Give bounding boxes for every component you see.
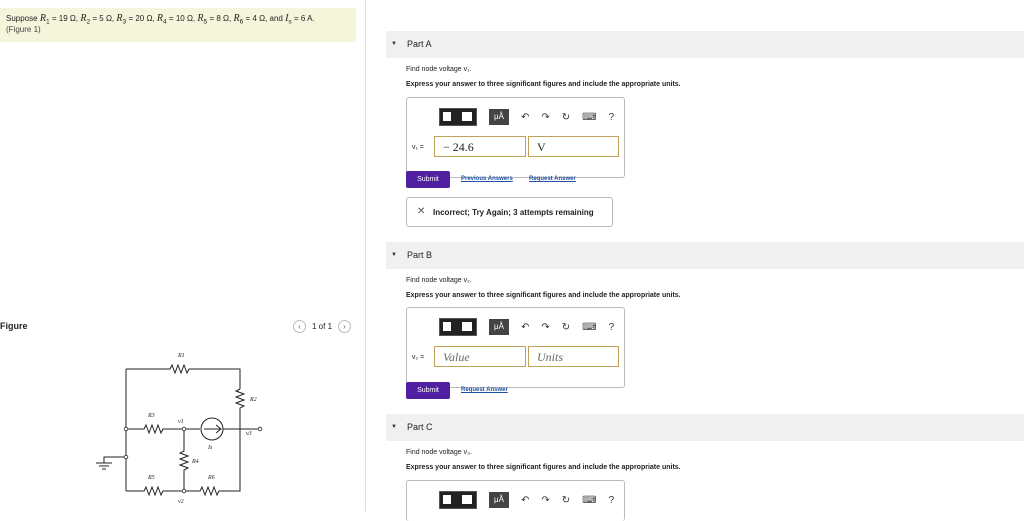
part-a-submit-button[interactable]: Submit	[406, 171, 450, 188]
figure-page-count: 1 of 1	[312, 322, 333, 331]
reset-icon[interactable]: ↻	[562, 112, 570, 123]
units-button[interactable]: μÅ	[489, 319, 509, 335]
undo-icon[interactable]: ↶	[521, 495, 529, 506]
reset-icon[interactable]: ↻	[562, 322, 570, 333]
r1-value: = 19 Ω,	[51, 14, 79, 23]
feedback-text: Incorrect; Try Again; 3 attempts remaini…	[433, 208, 594, 217]
part-a-header[interactable]: ▼ Part A	[386, 31, 1024, 58]
part-c-toolbar: μÅ ↶ ↷ ↻ ⌨ ?	[439, 491, 614, 509]
r4-value: = 10 Ω,	[168, 14, 196, 23]
next-figure-button[interactable]: ›	[338, 320, 352, 333]
units-button[interactable]: μÅ	[489, 109, 509, 125]
r6-value: = 4 Ω, and	[245, 14, 283, 23]
templates-button[interactable]	[439, 318, 477, 336]
part-a-request-answer-link[interactable]: Request Answer	[529, 176, 576, 182]
help-icon[interactable]: ?	[609, 322, 615, 333]
part-b-answer-box: μÅ ↶ ↷ ↻ ⌨ ? v₂ = Value Units	[406, 307, 625, 388]
redo-icon[interactable]: ↷	[541, 322, 549, 333]
r2-sub: 2	[86, 18, 91, 26]
part-b-submit-button[interactable]: Submit	[406, 382, 450, 399]
prev-figure-button[interactable]: ‹	[293, 320, 306, 333]
part-b-instructions: Express your answer to three significant…	[406, 292, 681, 299]
part-b-value-input[interactable]: Value	[434, 346, 526, 367]
part-b-find: Find node voltage v₂.	[406, 277, 472, 284]
r6-sub: 6	[239, 18, 244, 26]
part-a-answer-box: μÅ ↶ ↷ ↻ ⌨ ? v₁ = − 24.6 V	[406, 97, 625, 178]
part-c-header[interactable]: ▼ Part C	[386, 414, 1024, 441]
part-a-value-input[interactable]: − 24.6	[434, 136, 526, 157]
figure-pager: ‹ 1 of 1 ›	[293, 320, 352, 333]
r5-resistor	[126, 485, 184, 497]
r3-label: R3	[147, 413, 155, 419]
r3-sub: 3	[122, 18, 127, 26]
r1-resistor	[126, 363, 241, 389]
incorrect-icon: ✕	[417, 206, 426, 217]
part-b-request-answer-link[interactable]: Request Answer	[461, 387, 508, 393]
units-button[interactable]: μÅ	[489, 492, 509, 508]
part-b-title: Part B	[407, 250, 433, 260]
part-c-title: Part C	[407, 422, 433, 432]
part-c-answer-box: μÅ ↶ ↷ ↻ ⌨ ?	[406, 480, 625, 521]
part-c-instructions: Express your answer to three significant…	[406, 464, 681, 471]
figure-title: Figure	[0, 321, 28, 331]
r2-label: R2	[249, 397, 257, 403]
part-b-toolbar: μÅ ↶ ↷ ↻ ⌨ ?	[439, 318, 614, 336]
part-b-var-label: v₂ =	[412, 354, 425, 361]
part-a-instructions: Express your answer to three significant…	[406, 81, 681, 88]
part-a-find: Find node voltage v₁.	[406, 66, 472, 73]
circuit-diagram: R1 R2 R3 R4 R5 R6 v1 v2 v3 Is	[96, 353, 263, 505]
is-label: Is	[207, 445, 213, 451]
problem-statement: Suppose R1 = 19 Ω, R2 = 5 Ω, R3 = 20 Ω, …	[0, 8, 356, 42]
keyboard-icon[interactable]: ⌨	[582, 495, 596, 506]
r5-label: R5	[147, 475, 155, 481]
r5-value: = 8 Ω,	[209, 14, 232, 23]
r1-sub: 1	[45, 18, 50, 26]
r5-sub: 5	[203, 18, 208, 26]
part-c-find: Find node voltage v₃.	[406, 449, 472, 456]
suppose-text: Suppose	[6, 14, 38, 23]
is-value: = 6 A.	[293, 14, 315, 23]
keyboard-icon[interactable]: ⌨	[582, 322, 596, 333]
r1-label: R1	[177, 353, 185, 359]
r4-sub: 4	[163, 18, 167, 26]
part-a-title: Part A	[407, 39, 432, 49]
problem-text: Suppose R1 = 19 Ω, R2 = 5 Ω, R3 = 20 Ω, …	[6, 13, 315, 26]
redo-icon[interactable]: ↷	[541, 495, 549, 506]
keyboard-icon[interactable]: ⌨	[582, 112, 596, 123]
r3-value: = 20 Ω,	[128, 14, 155, 23]
r6-label: R6	[207, 475, 215, 481]
undo-icon[interactable]: ↶	[521, 322, 529, 333]
r2-resistor	[234, 388, 246, 429]
templates-button[interactable]	[439, 491, 477, 509]
templates-button[interactable]	[439, 108, 477, 126]
v3-label: v3	[246, 431, 252, 437]
questions-panel: ▼ Part A Find node voltage v₁. Express y…	[366, 0, 1024, 521]
r2-value: = 5 Ω,	[92, 14, 115, 23]
triangle-down-icon: ▼	[391, 424, 397, 430]
r3-resistor	[126, 423, 184, 435]
ground-symbol	[96, 456, 126, 470]
reset-icon[interactable]: ↻	[562, 495, 570, 506]
is-sub: s	[288, 18, 292, 26]
part-a-toolbar: μÅ ↶ ↷ ↻ ⌨ ?	[439, 108, 614, 126]
part-a-units-input[interactable]: V	[528, 136, 619, 157]
part-b-units-input[interactable]: Units	[528, 346, 619, 367]
triangle-down-icon: ▼	[391, 41, 397, 47]
r4-label: R4	[191, 458, 199, 465]
part-b-header[interactable]: ▼ Part B	[386, 242, 1024, 269]
help-icon[interactable]: ?	[609, 112, 615, 123]
previous-answers-link[interactable]: Previous Answers	[461, 176, 513, 182]
problem-panel: Suppose R1 = 19 Ω, R2 = 5 Ω, R3 = 20 Ω, …	[0, 0, 366, 511]
v2-label: v2	[178, 499, 184, 505]
triangle-down-icon: ▼	[391, 252, 397, 258]
r4-resistor	[178, 429, 190, 491]
v1-label: v1	[178, 419, 184, 425]
undo-icon[interactable]: ↶	[521, 112, 529, 123]
redo-icon[interactable]: ↷	[541, 112, 549, 123]
figure-link[interactable]: (Figure 1)	[6, 25, 41, 34]
part-a-feedback: ✕ Incorrect; Try Again; 3 attempts remai…	[406, 197, 613, 227]
part-a-var-label: v₁ =	[412, 144, 424, 151]
help-icon[interactable]: ?	[609, 495, 615, 506]
